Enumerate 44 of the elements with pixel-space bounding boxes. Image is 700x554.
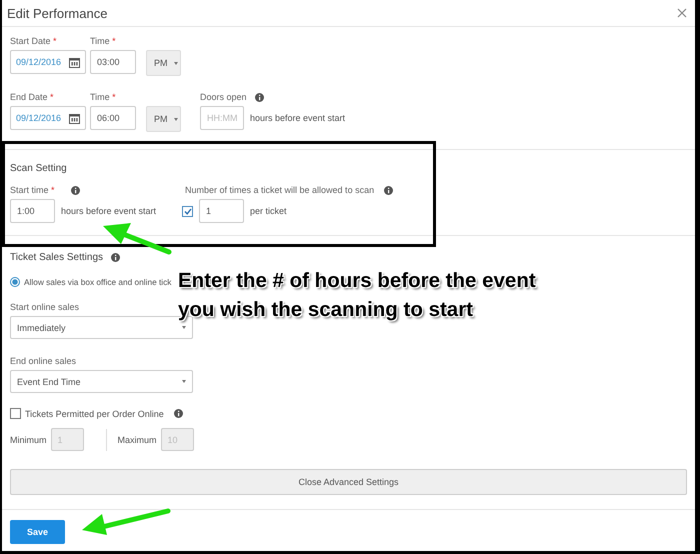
- field-label: Time *: [90, 35, 117, 47]
- dialog-title: Edit Performance: [7, 6, 108, 20]
- radio-button[interactable]: [10, 277, 20, 287]
- field-label: Start Date *: [10, 35, 58, 47]
- radio-label: Allow sales via box office and online tick: [24, 277, 172, 287]
- calendar-icon: [69, 112, 80, 124]
- info-icon: [384, 186, 394, 194]
- date-field[interactable]: 09/12/2016: [10, 106, 86, 130]
- field-label: Maximum: [118, 434, 157, 444]
- info-icon: [174, 409, 183, 418]
- input-field[interactable]: 03:00: [90, 50, 136, 74]
- meridiem-select[interactable]: PM: [146, 106, 181, 132]
- field-label: End Date *: [10, 91, 55, 103]
- checkbox-label: Tickets Permitted per Order Online: [25, 408, 164, 418]
- close-advanced-settings-button[interactable]: Close Advanced Settings: [10, 469, 687, 495]
- field-label: Number of times a ticket will be allowed to scan: [185, 184, 374, 196]
- checkbox[interactable]: [182, 206, 193, 216]
- field-hint: hours before event start: [61, 206, 156, 216]
- input-field[interactable]: 1:00: [10, 199, 55, 223]
- section-title: Scan Setting: [10, 163, 68, 174]
- save-button[interactable]: Save: [10, 520, 65, 544]
- dropdown[interactable]: Event End Time: [10, 370, 193, 393]
- date-field[interactable]: 09/12/2016: [10, 50, 86, 74]
- meridiem-select[interactable]: PM: [146, 50, 181, 76]
- section-title: Ticket Sales Settings: [10, 252, 104, 263]
- calendar-icon: [69, 56, 80, 68]
- field-label: Start online sales: [10, 301, 80, 313]
- field-hint: hours before event start: [250, 113, 346, 123]
- input-field[interactable]: HH:MM: [200, 106, 244, 130]
- field-label: Doors open: [200, 91, 247, 103]
- field-label: End online sales: [10, 355, 76, 367]
- checkbox[interactable]: [10, 408, 21, 419]
- info-icon: [111, 253, 120, 262]
- close-icon[interactable]: [677, 8, 687, 18]
- info-icon: [254, 92, 264, 102]
- field-label: Minimum: [10, 434, 47, 444]
- field-label: Start time *: [10, 184, 55, 196]
- check-icon: [184, 208, 192, 214]
- info-icon: [70, 186, 80, 194]
- arrow: [101, 222, 173, 256]
- input-field[interactable]: 1: [199, 199, 244, 223]
- field-hint: per ticket: [250, 206, 287, 216]
- field-label: Time *: [90, 91, 117, 103]
- input-field[interactable]: 06:00: [90, 106, 136, 130]
